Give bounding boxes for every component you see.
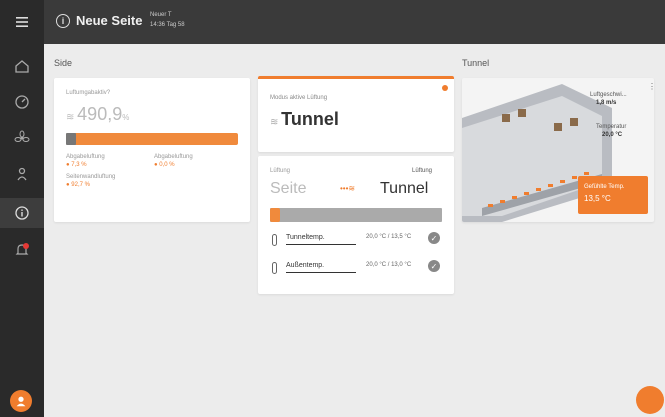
side-unit: % xyxy=(122,113,130,122)
person-icon[interactable] xyxy=(12,164,32,184)
side-stat3-value-wrap: ● 92,7 % xyxy=(66,182,90,188)
mode-fan-icon: ≋ xyxy=(270,117,282,128)
page-meta-name: Neuer T xyxy=(150,12,172,18)
tunnel-visual-card[interactable]: ⋮ Luftgeschwi... 1,8 m/s Temperatur 20,0… xyxy=(462,78,654,222)
info-icon[interactable] xyxy=(12,203,32,223)
side-value: 490,9 xyxy=(77,104,123,124)
temp-row-label: Tunneltemp. xyxy=(286,234,325,241)
floating-action-button[interactable] xyxy=(636,386,664,414)
top-bar: i Neue Seite Neuer T 14:36 Tag 58 xyxy=(44,0,665,44)
side-progress-fill xyxy=(66,133,76,145)
temp-row-outside[interactable]: Außentemp. 20,0 °C / 13,0 °C ✓ xyxy=(270,260,442,278)
gauge-icon[interactable] xyxy=(12,92,32,112)
thermometer-icon xyxy=(272,262,277,274)
mode-label: Modus aktive Lüftung xyxy=(270,95,328,101)
page-meta-time: 14:36 Tag 58 xyxy=(150,22,185,28)
side-stat2-value: 0,0 % xyxy=(159,162,175,168)
side-stat2-label: Abgabeluftung xyxy=(154,154,193,160)
user-avatar[interactable] xyxy=(10,390,32,412)
status-dot xyxy=(442,85,448,91)
temp-row-label: Außentemp. xyxy=(286,262,325,269)
temperature-value: 20,0 °C xyxy=(602,132,623,138)
page-title: Neue Seite xyxy=(76,13,143,28)
transition-card[interactable]: Lüftung Lüftung Seite •••≋ Tunnel Tunnel… xyxy=(258,156,454,294)
side-stat1-value: 7,3 % xyxy=(71,162,87,168)
transition-right-big: Tunnel xyxy=(380,180,429,197)
temperature-label: Temperatur xyxy=(596,124,627,130)
temp-row-value: 20,0 °C / 13,0 °C xyxy=(366,262,412,268)
side-stat3-label: Seitenwandluftung xyxy=(66,174,116,180)
thermometer-icon xyxy=(272,234,277,246)
side-label: Luftumgabaktiv? xyxy=(66,90,111,96)
felt-temp-badge: Gefühlte Temp. 13,5 °C xyxy=(578,176,648,214)
home-icon[interactable] xyxy=(12,56,32,76)
mode-card[interactable]: Modus aktive Lüftung ≋ Tunnel xyxy=(258,76,454,152)
section-title-side: Side xyxy=(54,58,73,68)
mode-value: Tunnel xyxy=(281,109,339,129)
transition-left-big: Seite xyxy=(270,180,307,197)
transition-progress-fill xyxy=(270,208,280,222)
side-value-wrap: ≋ 490,9% xyxy=(66,104,129,125)
airspeed-value: 1,8 m/s xyxy=(596,100,617,106)
airspeed-label: Luftgeschwi... xyxy=(590,92,627,98)
main-content: Side Tunnel Luftumgabaktiv? ≋ 490,9% Abg… xyxy=(44,44,665,417)
transition-progress-bar xyxy=(270,208,442,222)
temp-row-value: 20,0 °C / 13,5 °C xyxy=(366,234,412,240)
temp-row-tunnel[interactable]: Tunneltemp. 20,0 °C / 13,5 °C ✓ xyxy=(270,232,442,250)
tunnel-menu-icon[interactable]: ⋮ xyxy=(648,82,654,91)
mode-value-wrap: ≋ Tunnel xyxy=(270,109,339,130)
transition-arrow-icon: •••≋ xyxy=(340,184,356,193)
check-icon[interactable]: ✓ xyxy=(428,232,440,244)
check-icon[interactable]: ✓ xyxy=(428,260,440,272)
felt-temp-label: Gefühlte Temp. xyxy=(584,184,625,190)
page-info-icon[interactable]: i xyxy=(56,14,70,28)
sidebar xyxy=(0,0,44,417)
side-stat1-value-wrap: ● 7,3 % xyxy=(66,162,87,168)
side-stat3-value: 92,7 % xyxy=(71,182,90,188)
felt-temp-value: 13,5 °C xyxy=(584,194,611,203)
notification-icon[interactable] xyxy=(12,240,32,260)
temp-row-line xyxy=(286,244,356,245)
side-fan-icon: ≋ xyxy=(66,112,78,123)
transition-left-small: Lüftung xyxy=(270,168,291,174)
side-progress-bar xyxy=(66,133,238,145)
menu-icon[interactable] xyxy=(12,12,32,32)
section-title-tunnel: Tunnel xyxy=(462,58,490,68)
side-ventilation-card[interactable]: Luftumgabaktiv? ≋ 490,9% Abgabeluftung ●… xyxy=(54,78,250,222)
temp-row-line xyxy=(286,272,356,273)
fan-icon[interactable] xyxy=(12,128,32,148)
side-stat1-label: Abgabeluftung xyxy=(66,154,105,160)
transition-right-small: Lüftung xyxy=(412,168,433,174)
side-stat2-value-wrap: ● 0,0 % xyxy=(154,162,175,168)
